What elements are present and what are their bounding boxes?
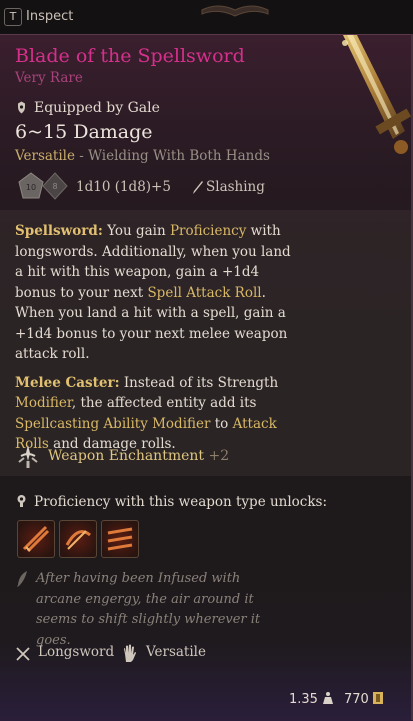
spellsword-passive: Spellsword: You gain Proficiency with lo… <box>15 221 297 365</box>
versatile-line: Versatile - Wielding With Both Hands <box>15 148 270 164</box>
gold-coin-icon <box>373 692 383 704</box>
passive-name[interactable]: Melee Caster: <box>15 375 120 391</box>
lacerate-action-icon[interactable] <box>101 520 139 558</box>
item-value: 770 <box>344 692 369 707</box>
proficiency-keyword[interactable]: Proficiency <box>170 223 246 239</box>
slash-action-icon[interactable] <box>17 520 55 558</box>
inspect-key-hint[interactable]: T <box>4 8 22 26</box>
longsword-type-icon <box>16 647 30 661</box>
inspect-label[interactable]: Inspect <box>26 9 73 24</box>
lore-text: After having been Infused with arcane en… <box>36 571 261 648</box>
versatile-detail: - Wielding With Both Hands <box>74 148 270 164</box>
damage-dice-row: 10 8 1d10 (1d8)+5 Slashing <box>18 171 318 203</box>
weight-icon <box>323 692 333 704</box>
cleave-action-icon[interactable] <box>59 520 97 558</box>
d8-dice-icon: 8 <box>42 172 68 200</box>
desc-text: to <box>210 415 233 432</box>
versatile-hand-icon <box>124 644 136 662</box>
passive-name[interactable]: Spellsword: <box>15 223 103 239</box>
weapon-tags: Longsword Versatile <box>15 644 315 666</box>
proficiency-icon <box>17 495 26 507</box>
enchantment-name: Weapon Enchantment <box>48 448 205 464</box>
equipped-icon <box>18 101 25 114</box>
damage-range: 6~15 Damage <box>15 121 153 143</box>
lore-quill-icon <box>17 571 27 587</box>
item-rarity: Very Rare <box>15 70 83 86</box>
weapon-type-tag[interactable]: Longsword <box>38 644 114 660</box>
equipped-by: Equipped by Gale <box>15 100 160 116</box>
proficiency-header: Proficiency with this weapon type unlock… <box>15 494 327 510</box>
proficiency-label: Proficiency with this weapon type unlock… <box>34 494 328 510</box>
item-footer: 1.35 770 <box>0 682 413 720</box>
item-name: Blade of the Spellsword <box>15 45 245 67</box>
enchantment-label: Weapon Enchantment +2 <box>48 448 229 464</box>
spell-attack-roll-keyword[interactable]: Spell Attack Roll <box>147 285 261 301</box>
versatile-tag[interactable]: Versatile <box>146 644 206 660</box>
damage-roll: 1d10 (1d8)+5 <box>76 179 171 195</box>
desc-text: , the affected entity add its <box>71 395 257 411</box>
weapon-enchantment-icon <box>18 445 38 468</box>
d10-dice-icon: 10 <box>18 172 44 199</box>
damage-type: Slashing <box>206 179 265 195</box>
item-description: Spellsword: You gain Proficiency with lo… <box>15 221 297 463</box>
tooltip-ornament-icon <box>201 5 269 17</box>
melee-caster-passive: Melee Caster: Instead of its Strength Mo… <box>15 373 297 455</box>
modifier-keyword[interactable]: Modifier <box>15 395 72 411</box>
longsword-art-icon <box>342 35 412 154</box>
versatile-keyword[interactable]: Versatile <box>15 148 75 164</box>
item-weight: 1.35 <box>289 692 318 707</box>
desc-text: Instead of its Strength <box>119 374 279 391</box>
enchantment-bonus: +2 <box>208 448 230 464</box>
slashing-icon <box>193 181 203 194</box>
equipped-label: Equipped by Gale <box>34 100 160 116</box>
top-bar: T Inspect <box>0 0 413 34</box>
spellcasting-modifier-keyword[interactable]: Spellcasting Ability Modifier <box>15 416 210 432</box>
svg-text:10: 10 <box>26 183 36 192</box>
svg-text:8: 8 <box>52 182 57 191</box>
desc-text: You gain <box>102 223 170 239</box>
